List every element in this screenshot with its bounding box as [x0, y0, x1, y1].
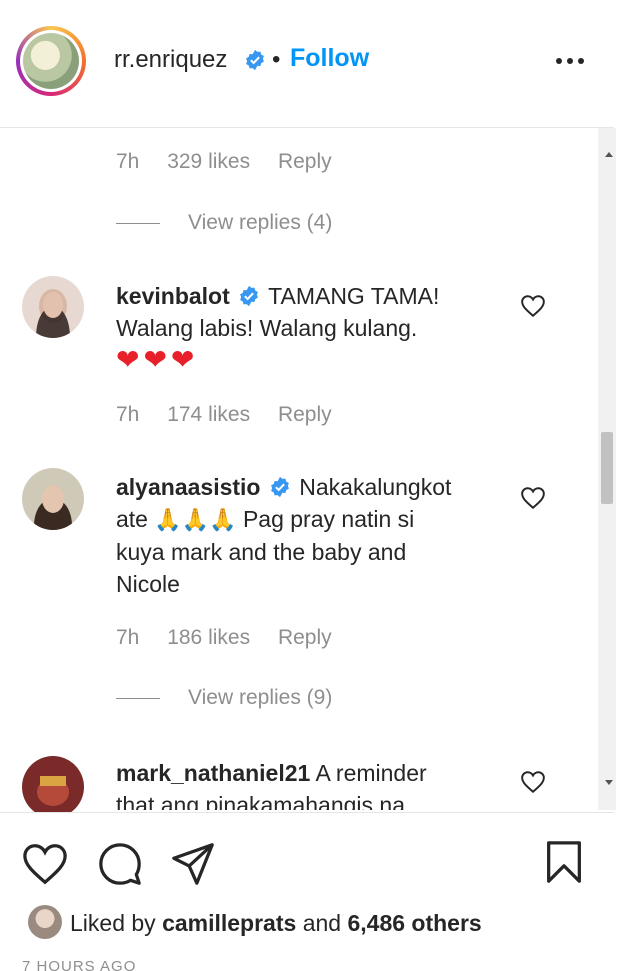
commenter-avatar[interactable]	[22, 756, 84, 818]
scroll-down-arrow-icon[interactable]	[605, 780, 613, 785]
view-replies-button[interactable]: View replies (9)	[116, 686, 332, 710]
verified-badge-icon	[240, 285, 259, 307]
comment-text: kuya mark and the baby and	[116, 539, 407, 565]
comment-text: Walang labis! Walang kulang.	[116, 315, 418, 341]
view-replies-label: View replies (9)	[188, 686, 333, 709]
liked-by-summary: Liked by camilleprats and 6,486 others	[28, 905, 482, 939]
commenter-avatar[interactable]	[22, 468, 84, 530]
like-comment-heart-icon[interactable]	[520, 770, 546, 794]
comment-time: 7h	[116, 626, 140, 649]
follow-button[interactable]: Follow	[290, 44, 369, 73]
comment-text: ate	[116, 506, 148, 532]
comment-text: Nicole	[116, 571, 180, 597]
comment-time: 7h	[116, 403, 140, 426]
comment-time: 7h	[116, 150, 140, 173]
commenter-username[interactable]: mark_nathaniel21	[116, 760, 310, 786]
verified-badge-icon	[270, 476, 289, 498]
reply-button[interactable]: Reply	[278, 403, 332, 426]
like-comment-heart-icon[interactable]	[520, 294, 546, 318]
post-actions-section: Liked by camilleprats and 6,486 others	[0, 812, 614, 971]
comment-body: mark_nathaniel21 A reminder that ang pin…	[116, 757, 516, 810]
others-count-link[interactable]: 6,486 others	[347, 910, 481, 936]
reply-button[interactable]: Reply	[278, 150, 332, 173]
comment-body: alyanaasistio Nakakalungkot ate 🙏🙏🙏 Pag …	[116, 471, 516, 600]
author-avatar[interactable]	[16, 26, 86, 96]
comment-likes[interactable]: 174 likes	[167, 403, 250, 426]
comment-icon[interactable]	[97, 841, 143, 887]
comment-body: kevinbalot TAMANG TAMA! Walang labis! Wa…	[116, 280, 516, 377]
like-comment-heart-icon[interactable]	[520, 486, 546, 510]
paper-plane-icon[interactable]	[170, 841, 216, 887]
commenter-username[interactable]: kevinbalot	[116, 283, 230, 309]
comment-meta: 7h 329 likes Reply	[116, 150, 354, 174]
commenter-avatar[interactable]	[22, 276, 84, 338]
comment-meta: 7h 174 likes Reply	[116, 403, 354, 427]
author-username[interactable]: rr.enriquez	[114, 46, 227, 74]
header-separator: •	[272, 46, 281, 73]
comment-likes[interactable]: 329 likes	[167, 150, 250, 173]
heart-emoji: ❤❤❤	[116, 344, 199, 375]
more-options-icon[interactable]	[552, 42, 588, 78]
praying-hands-emoji: 🙏🙏🙏	[154, 507, 237, 532]
replies-divider	[116, 222, 160, 224]
comment-text: TAMANG TAMA!	[268, 283, 440, 309]
liker-username[interactable]: camilleprats	[162, 910, 296, 936]
comment-text: A reminder	[315, 760, 427, 786]
verified-badge-icon	[246, 49, 264, 71]
liked-by-prefix: Liked by	[70, 910, 156, 936]
heart-icon[interactable]	[22, 841, 68, 887]
post-timestamp: 7 HOURS AGO	[22, 958, 137, 971]
replies-divider	[116, 697, 160, 699]
bookmark-icon[interactable]	[541, 839, 587, 885]
view-replies-label: View replies (4)	[188, 211, 333, 234]
view-replies-button[interactable]: View replies (4)	[116, 211, 332, 235]
liker-avatar[interactable]	[28, 905, 62, 939]
scroll-up-arrow-icon[interactable]	[605, 152, 613, 157]
comment-meta: 7h 186 likes Reply	[116, 626, 354, 650]
post-header: rr.enriquez • Follow	[0, 0, 614, 128]
liked-by-and: and	[302, 910, 342, 936]
reply-button[interactable]: Reply	[278, 626, 332, 649]
scrollbar-thumb[interactable]	[601, 432, 613, 504]
comment-text: Pag pray natin si	[242, 506, 415, 532]
comment-text: Nakakalungkot	[299, 474, 452, 500]
comment-likes[interactable]: 186 likes	[167, 626, 250, 649]
comment-text: that ang pinakamahangis na	[116, 792, 405, 810]
commenter-username[interactable]: alyanaasistio	[116, 474, 260, 500]
